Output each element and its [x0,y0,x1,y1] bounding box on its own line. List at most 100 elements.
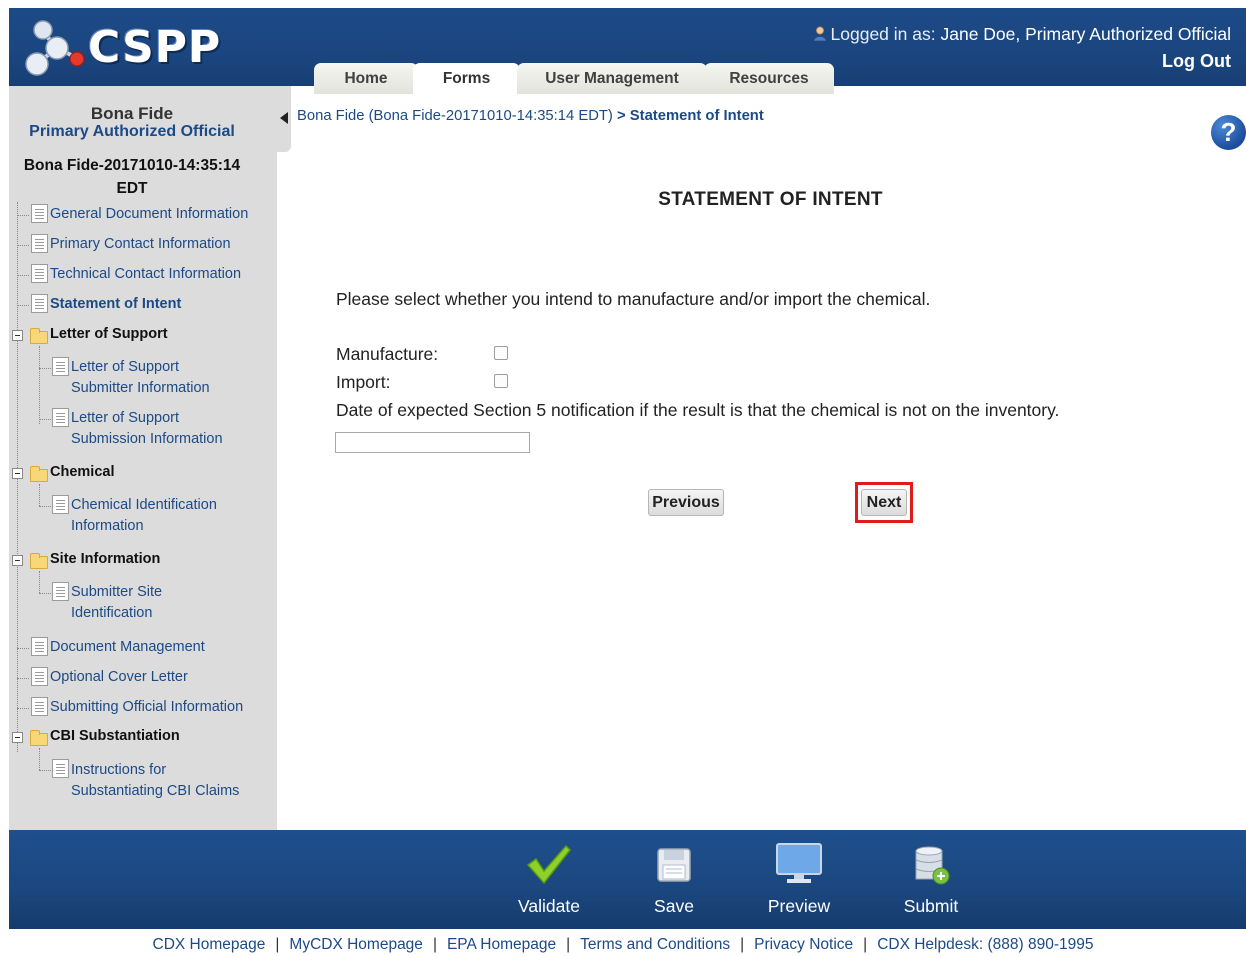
preview-label: Preview [767,896,831,916]
submit-button[interactable]: Submit [891,830,971,929]
manufacture-checkbox[interactable] [494,346,508,360]
footer-separator: | [740,936,745,953]
collapse-toggle-site-information[interactable] [12,555,23,566]
collapse-toggle-letter-of-support[interactable] [12,330,23,341]
sidebar-item-technical-contact-information[interactable]: Technical Contact Information [50,264,241,285]
date-label: Date of expected Section 5 notification … [336,400,1060,420]
sidebar-item-label: Identification [71,605,153,621]
document-icon [52,759,69,778]
tree-line [17,245,29,246]
sidebar-item-chemical-identification-information[interactable]: Chemical Identification Information [71,495,217,537]
database-icon [915,846,950,885]
sidebar-item-primary-contact-information[interactable]: Primary Contact Information [50,234,231,255]
sidebar-item-label: Submission Information [71,431,223,447]
footer-separator: | [275,936,280,953]
tree-line [39,770,51,771]
save-icon [657,848,691,882]
document-icon [31,204,48,223]
tree-line [39,368,51,369]
sidebar-item-instructions-for-substantiating-cbi-claims[interactable]: Instructions for Substantiating CBI Clai… [71,760,239,802]
footer-separator: | [566,936,571,953]
section5-date-input[interactable] [335,432,530,453]
next-button[interactable]: Next [861,489,907,516]
tree-line [39,748,40,770]
import-checkbox[interactable] [494,374,508,388]
app-name: CSPP [88,22,222,73]
footer-link-privacy-notice[interactable]: Privacy Notice [754,936,853,953]
footer-link-cdx-homepage[interactable]: CDX Homepage [153,936,266,953]
breadcrumb-current: Statement of Intent [629,108,764,124]
sidebar-item-letter-of-support-submitter-information[interactable]: Letter of Support Submitter Information [71,357,210,399]
sidebar-nav: Bona Fide Primary Authorized Official Bo… [9,86,277,830]
sidebar-item-label: Chemical Identification [71,497,217,513]
tree-line [39,346,40,424]
header-bar: CSPP Logged in as: Jane Doe, Primary Aut… [9,8,1246,94]
sidebar-item-submitter-site-identification[interactable]: Submitter Site Identification [71,582,162,624]
tree-line [17,648,29,649]
document-icon [52,495,69,514]
sidebar-document-id: Bona Fide-20171010-14:35:14 EDT [23,157,241,197]
document-icon [31,667,48,686]
tab-forms[interactable]: Forms [413,63,520,94]
page-title: STATEMENT OF INTENT [658,189,883,210]
submit-label: Submit [903,896,959,916]
logged-in-user: Jane Doe, Primary Authorized Official [940,24,1231,44]
molecule-icon [25,20,85,76]
tree-line [17,275,29,276]
footer-link-terms-and-conditions[interactable]: Terms and Conditions [580,936,730,953]
sidebar-item-optional-cover-letter[interactable]: Optional Cover Letter [50,667,188,688]
sidebar-subtitle: Primary Authorized Official [29,123,235,140]
sidebar-group-letter-of-support[interactable]: Letter of Support [50,326,168,342]
user-icon [813,26,826,41]
import-label: Import: [336,372,391,392]
sidebar-title: Bona Fide [90,104,174,123]
footer-link-mycdx-homepage[interactable]: MyCDX Homepage [289,936,423,953]
sidebar-item-general-document-information[interactable]: General Document Information [50,204,248,225]
help-icon[interactable]: ? [1211,115,1246,150]
folder-icon [30,553,48,569]
validate-label: Validate [518,896,580,916]
folder-icon [30,466,48,482]
validate-button[interactable]: Validate [509,830,589,929]
sidebar-group-cbi-substantiation[interactable]: CBI Substantiation [50,728,180,744]
save-button[interactable]: Save [634,830,714,929]
sidebar-item-submitting-official-information[interactable]: Submitting Official Information [50,697,243,718]
tab-user-management[interactable]: User Management [517,63,707,94]
tab-home[interactable]: Home [314,63,418,94]
sidebar-group-chemical[interactable]: Chemical [50,464,114,480]
checkmark-icon [526,844,572,885]
collapse-toggle-cbi-substantiation[interactable] [12,732,23,743]
footer-link-epa-homepage[interactable]: EPA Homepage [447,936,556,953]
sidebar-group-site-information[interactable]: Site Information [50,551,160,567]
sidebar-item-label: Submitter Site [71,584,163,600]
collapse-toggle-chemical[interactable] [12,468,23,479]
action-toolbar: Validate Save Preview Submit [9,830,1246,929]
footer-link-cdx-helpdesk[interactable]: CDX Helpdesk: (888) 890-1995 [877,936,1093,953]
document-icon [31,697,48,716]
tree-line [17,708,29,709]
tree-line [39,419,51,420]
preview-button[interactable]: Preview [759,830,839,929]
previous-button[interactable]: Previous [648,489,724,516]
sidebar-item-statement-of-intent[interactable]: Statement of Intent [50,294,181,315]
sidebar-item-label: Substantiating CBI Claims [71,783,240,799]
tree-line [39,571,40,593]
tree-line [39,484,40,506]
footer-links: CDX Homepage | MyCDX Homepage | EPA Homepage… [0,936,1246,954]
footer-separator: | [432,936,437,953]
collapse-sidebar-arrow-icon[interactable] [280,112,288,124]
folder-icon [30,328,48,344]
sidebar-item-document-management[interactable]: Document Management [50,637,205,658]
tab-resources[interactable]: Resources [704,63,834,94]
breadcrumb-parent[interactable]: Bona Fide (Bona Fide-20171010-14:35:14 E… [297,108,613,124]
instructions-text: Please select whether you intend to manu… [336,289,931,309]
login-status: Logged in as: Jane Doe, Primary Authoriz… [813,24,1231,45]
tree-line [17,305,29,306]
save-label: Save [654,896,694,916]
sidebar-item-label: Letter of Support [71,410,180,426]
logout-link[interactable]: Log Out [1162,51,1231,72]
logged-in-prefix: Logged in as: [830,24,936,44]
cspp-logo[interactable]: CSPP [21,14,220,80]
sidebar-item-label: Submitter Information [71,380,210,396]
sidebar-item-letter-of-support-submission-information[interactable]: Letter of Support Submission Information [71,408,223,450]
